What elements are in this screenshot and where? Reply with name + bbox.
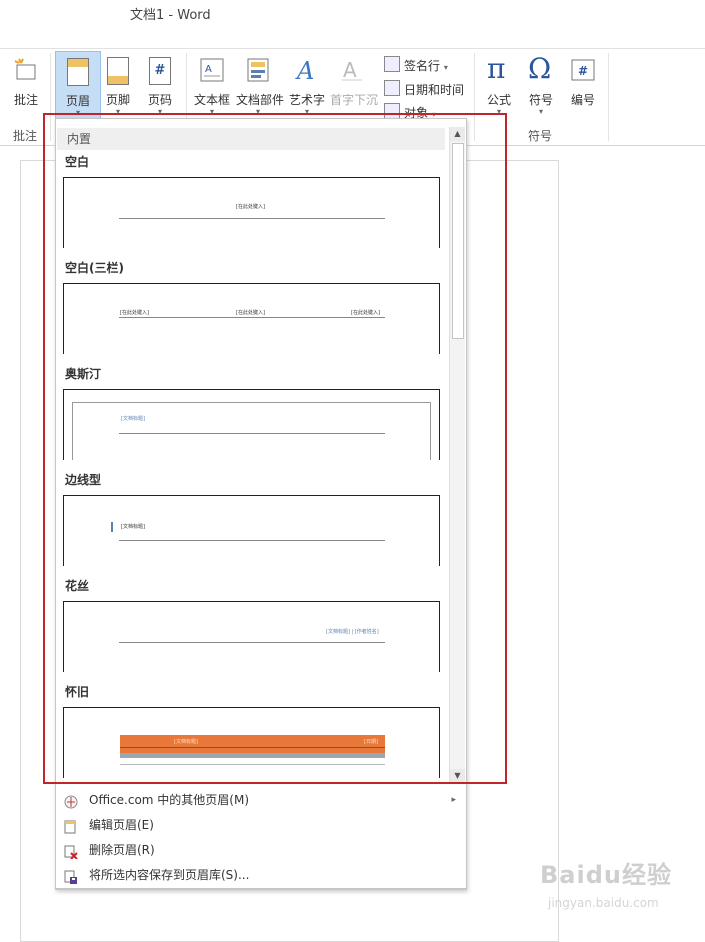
- group-label-comment: 批注: [13, 129, 38, 143]
- svg-text:π: π: [487, 53, 505, 83]
- wordart-button[interactable]: A 艺术字 ▾: [285, 51, 329, 127]
- window-title: 文档1 - Word: [130, 8, 211, 23]
- save-to-gallery-icon: [64, 868, 77, 884]
- svg-text:#: #: [578, 64, 588, 78]
- gallery-item-sideline[interactable]: [文档标题]: [63, 495, 440, 566]
- separator: [608, 53, 609, 141]
- submenu-arrow-icon: ▸: [451, 795, 456, 805]
- gallery-item-name: 空白: [65, 155, 90, 169]
- number-button[interactable]: # 编号: [561, 51, 605, 127]
- delete-page-icon: [64, 843, 78, 860]
- gallery-item-retrospect[interactable]: [文档标题] [日期]: [63, 707, 440, 778]
- signature-line-button[interactable]: 签名行 ▾: [384, 56, 448, 74]
- svg-text:Ω: Ω: [528, 53, 551, 83]
- object-icon: [384, 103, 400, 119]
- separator: [474, 53, 475, 141]
- edit-page-icon: [64, 818, 76, 834]
- header-gallery: 内置 空白 [在此处键入] 空白(三栏) [在此处键入] [在此处键入] [在此…: [55, 118, 467, 890]
- comment-icon: [13, 57, 39, 86]
- placeholder-text: [日期]: [364, 739, 378, 745]
- gallery-item-blank-three-column[interactable]: [在此处键入] [在此处键入] [在此处键入]: [63, 283, 440, 354]
- accent-line: [120, 747, 385, 748]
- watermark-logo: Baidu经验: [540, 861, 672, 889]
- footer-icon: [107, 57, 129, 85]
- side-bar: [111, 522, 113, 532]
- gallery-scrollbar[interactable]: ▲ ▼: [449, 127, 465, 783]
- header-commands-menu: Office.com 中的其他页眉(M) ▸ 编辑页眉(E) 删除页眉(R) 将…: [55, 787, 467, 889]
- gallery-item-name: 怀旧: [65, 685, 90, 699]
- placeholder-text: [在此处键入]: [120, 310, 149, 316]
- watermark-url: jingyan.baidu.com: [548, 896, 659, 910]
- placeholder-text: [文档标题] | [作者姓名]: [326, 629, 379, 635]
- separator: [50, 53, 51, 141]
- gallery-item-filigree[interactable]: [文档标题] | [作者姓名]: [63, 601, 440, 672]
- page-number-button[interactable]: # 页码 ▾: [138, 51, 182, 127]
- footer-button[interactable]: 页脚 ▾: [96, 51, 140, 127]
- number-icon: #: [570, 57, 596, 86]
- placeholder-text: [在此处键入]: [236, 310, 265, 316]
- gallery-category-header: 内置: [57, 128, 445, 150]
- placeholder-text: [在此处键入]: [236, 204, 265, 210]
- textbox-icon: A: [199, 57, 225, 86]
- header-rule: [119, 642, 385, 643]
- page-number-icon: #: [149, 57, 171, 85]
- calendar-icon: [384, 80, 400, 96]
- placeholder-text: [在此处键入]: [351, 310, 380, 316]
- group-label-symbols: 符号: [528, 129, 553, 143]
- header-rule: [120, 764, 385, 765]
- quick-parts-button[interactable]: 文档部件 ▾: [236, 51, 284, 127]
- placeholder-text: [文档标题]: [121, 416, 145, 422]
- equation-button[interactable]: π 公式 ▾: [477, 51, 521, 127]
- gallery-item-name: 奥斯汀: [65, 367, 102, 381]
- gray-band: [120, 753, 385, 758]
- dropcap-icon: A: [339, 57, 365, 86]
- scroll-thumb[interactable]: [452, 143, 464, 339]
- pi-icon: π: [484, 52, 514, 86]
- scroll-up-icon[interactable]: ▲: [450, 127, 465, 141]
- gallery-item-name: 空白(三栏): [65, 261, 124, 275]
- header-rule: [119, 218, 385, 219]
- svg-text:A: A: [295, 57, 314, 83]
- header-rule: [119, 540, 385, 541]
- dropcap-button[interactable]: A 首字下沉: [330, 51, 378, 127]
- header-rule: [119, 433, 385, 434]
- symbol-button[interactable]: Ω 符号 ▾: [519, 51, 563, 127]
- menu-item-more-headers[interactable]: Office.com 中的其他页眉(M) ▸: [56, 788, 464, 812]
- gallery-item-name: 边线型: [65, 473, 102, 487]
- scroll-down-icon[interactable]: ▼: [450, 769, 465, 783]
- header-rule: [119, 317, 385, 318]
- gallery-item-blank[interactable]: [在此处键入]: [63, 177, 440, 248]
- textbox-button[interactable]: A 文本框 ▾: [190, 51, 234, 127]
- comment-button[interactable]: 批注: [4, 51, 48, 127]
- title-bar: 文档1 - Word: [0, 0, 705, 49]
- menu-item-remove-header[interactable]: 删除页眉(R): [56, 838, 464, 862]
- menu-item-save-to-gallery[interactable]: 将所选内容保存到页眉库(S)...: [56, 863, 464, 887]
- accent-band: [120, 735, 385, 753]
- omega-icon: Ω: [526, 52, 556, 86]
- gallery-item-austin[interactable]: [文档标题]: [63, 389, 440, 460]
- placeholder-text: [文档标题]: [121, 524, 145, 530]
- page-border: [72, 402, 431, 460]
- date-time-button[interactable]: 日期和时间: [384, 80, 464, 98]
- svg-text:A: A: [343, 58, 357, 82]
- gallery-item-name: 花丝: [65, 579, 90, 593]
- office-globe-icon: [64, 793, 78, 809]
- svg-text:A: A: [205, 64, 212, 75]
- header-icon: [67, 58, 89, 86]
- signature-icon: [384, 56, 400, 72]
- quick-parts-icon: [245, 57, 271, 86]
- placeholder-text: [文档标题]: [174, 739, 198, 745]
- menu-item-edit-header[interactable]: 编辑页眉(E): [56, 813, 464, 837]
- wordart-icon: A: [294, 57, 320, 86]
